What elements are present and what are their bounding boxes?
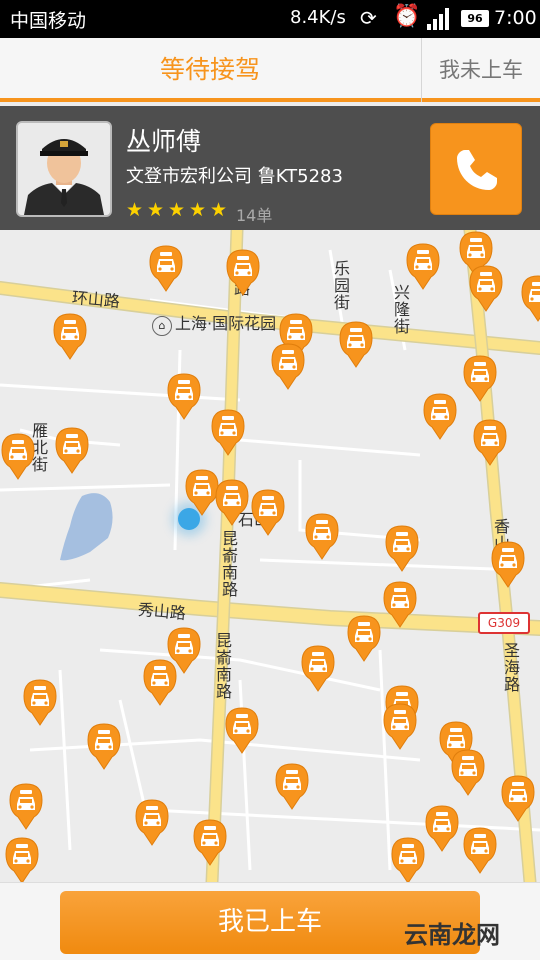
driver-avatar (16, 121, 112, 217)
taxi-marker-icon[interactable] (422, 392, 458, 440)
road-label-huanshan: 环山路 (71, 287, 121, 312)
network-speed: 8.4K/s (290, 7, 346, 28)
road-label-xiushan: 秀山路 (137, 599, 187, 624)
taxi-marker-icon[interactable] (462, 826, 498, 874)
road-label-kunyu-south-1: 昆嵛南路 (219, 530, 238, 598)
taxi-marker-icon[interactable] (86, 722, 122, 770)
taxi-marker-icon[interactable] (382, 580, 418, 628)
taxi-marker-icon[interactable] (274, 762, 310, 810)
taxi-marker-icon[interactable] (500, 774, 536, 822)
taxi-marker-icon[interactable] (462, 354, 498, 402)
star-icon: ★ (168, 199, 186, 221)
bottom-bar: 我已上车 云南龙网 (0, 882, 540, 960)
road-label-xinglong: 兴隆街 (391, 284, 410, 335)
taxi-marker-icon[interactable] (134, 798, 170, 846)
taxi-marker-icon[interactable] (300, 644, 336, 692)
taxi-marker-icon[interactable] (225, 248, 261, 296)
taxi-marker-icon[interactable] (338, 320, 374, 368)
driver-card: 丛师傅 文登市宏利公司 鲁KT5283 ★ ★ ★ ★ ★ 14单 (0, 106, 540, 230)
star-icon: ★ (189, 199, 207, 221)
building-icon: ⌂ (152, 316, 172, 336)
taxi-marker-icon[interactable] (250, 488, 286, 536)
sync-icon: ⟳ (360, 6, 377, 30)
alarm-icon: ⏰ (393, 4, 421, 29)
not-boarded-button[interactable]: 我未上车 (422, 38, 540, 102)
status-bar: 中国移动 8.4K/s ⟳ ⏰ 96 7:00 (0, 0, 540, 38)
taxi-marker-icon[interactable] (52, 312, 88, 360)
taxi-marker-icon[interactable] (166, 372, 202, 420)
taxi-marker-icon[interactable] (450, 748, 486, 796)
page-title: 等待接驾 (159, 55, 260, 84)
poi-label: 上海·国际花园 (175, 314, 277, 333)
taxi-marker-icon[interactable] (22, 678, 58, 726)
taxi-marker-icon[interactable] (0, 432, 36, 480)
taxi-marker-icon[interactable] (382, 702, 418, 750)
road-label-leyuan: 乐园街 (331, 260, 350, 311)
taxi-marker-icon[interactable] (490, 540, 526, 588)
taxi-marker-icon[interactable] (148, 244, 184, 292)
taxi-marker-icon[interactable] (54, 426, 90, 474)
call-driver-button[interactable] (430, 123, 522, 215)
taxi-marker-icon[interactable] (520, 274, 540, 322)
star-icon: ★ (126, 199, 144, 221)
highway-badge: G309 (478, 612, 530, 634)
taxi-marker-icon[interactable] (304, 512, 340, 560)
taxi-marker-icon[interactable] (405, 242, 441, 290)
taxi-marker-icon[interactable] (346, 614, 382, 662)
star-icon: ★ (210, 199, 228, 221)
status-clock: 7:00 (494, 7, 537, 29)
taxi-marker-icon[interactable] (468, 264, 504, 312)
driver-name: 丛师傅 (126, 127, 202, 156)
road-label-kunyu-south-2: 昆嵛南路 (213, 632, 232, 700)
taxi-marker-icon[interactable] (390, 836, 426, 882)
taxi-marker-icon[interactable] (384, 524, 420, 572)
carrier-name: 中国移动 (10, 10, 87, 32)
title-bar: 等待接驾 我未上车 (0, 38, 540, 102)
watermark-logo: 云南龙网 (404, 921, 500, 949)
taxi-marker-icon[interactable] (472, 418, 508, 466)
taxi-marker-icon[interactable] (224, 706, 260, 754)
poi-shanghai-garden[interactable]: ⌂ 上海·国际花园 (152, 310, 276, 336)
driver-company-plate: 文登市宏利公司 鲁KT5283 (126, 166, 343, 187)
taxi-marker-icon[interactable] (210, 408, 246, 456)
road-label-shenghai: 圣海路 (501, 642, 520, 693)
signal-icon (427, 8, 449, 30)
taxi-marker-icon[interactable] (270, 342, 306, 390)
taxi-marker-icon[interactable] (214, 478, 250, 526)
taxi-marker-icon[interactable] (142, 658, 178, 706)
taxi-marker-icon[interactable] (4, 836, 40, 882)
star-icon: ★ (147, 199, 165, 221)
order-count: 14单 (236, 206, 273, 225)
map-view[interactable]: 环山路 秀山路 昆嵛南路 昆嵛南路 路 乐园街 兴隆街 雁北街 香山路 圣海路 … (0, 230, 540, 882)
taxi-marker-icon[interactable] (424, 804, 460, 852)
taxi-marker-icon[interactable] (192, 818, 228, 866)
phone-icon (457, 150, 497, 190)
battery-indicator: 96 (461, 10, 489, 27)
driver-rating: ★ ★ ★ ★ ★ (126, 199, 231, 221)
taxi-marker-icon[interactable] (8, 782, 44, 830)
